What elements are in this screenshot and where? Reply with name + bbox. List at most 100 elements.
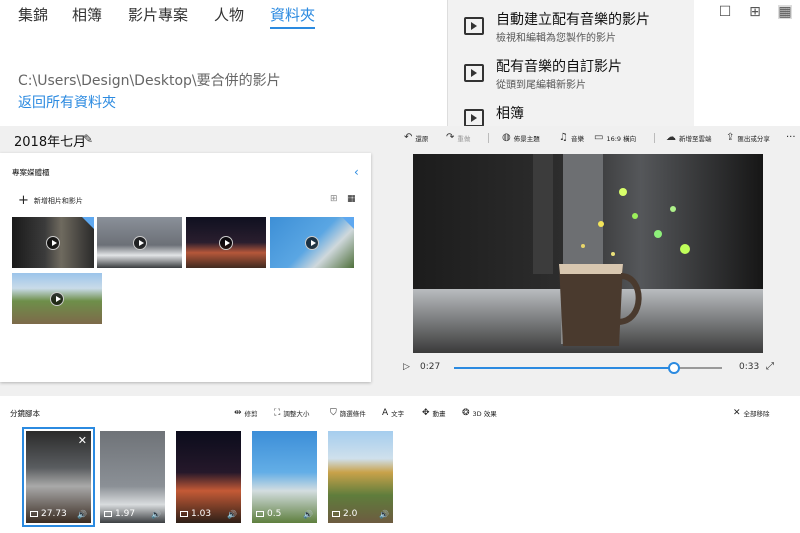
editor-toolbar: 2018年七月 ✎ ↶ 還原 ↷ 重做 ◍ 佈景主題 ♫ 音樂 ▭ 16:9 橫向 ☁ 新增… (0, 126, 800, 152)
undo-button[interactable]: ↶ 還原 (404, 132, 428, 143)
library-thumbnail[interactable] (12, 217, 94, 268)
volume-icon[interactable]: 🔊 (151, 510, 161, 519)
motion-button[interactable]: ✥ 動畫 (422, 408, 446, 418)
fullscreen-icon[interactable]: ⤢ (766, 361, 774, 372)
menu-item-title: 配有音樂的自訂影片 (496, 59, 622, 75)
menu-item-title: 自動建立配有音樂的影片 (496, 12, 650, 28)
seek-handle[interactable] (667, 362, 680, 374)
storyboard-clip[interactable]: ✕ 27.73 🔊 (22, 427, 95, 527)
menu-item-subtitle: 檢視和編輯為您製作的影片 (496, 33, 616, 44)
text-button[interactable]: A 文字 (382, 408, 404, 418)
clip-duration-value: 2.0 (343, 509, 358, 519)
volume-icon[interactable]: 🔊 (227, 510, 237, 519)
storyboard-title: 分鏡腳本 (10, 409, 40, 418)
clip-duration-value: 0.5 (267, 509, 282, 519)
add-to-cloud-button[interactable]: ☁ 新增至雲端 (666, 132, 712, 143)
storyboard: 分鏡腳本 ⇹ 修剪 ⛶ 調整大小 ⛉ 篩選條件 A 文字 ✥ 動畫 ❂ 3D 效果 ✕ 全部移… (0, 396, 800, 533)
library-thumbnail[interactable] (97, 217, 182, 268)
tab-people[interactable]: 人物 (214, 4, 244, 25)
plus-icon: + (18, 193, 29, 208)
motion-label: 動畫 (432, 410, 446, 418)
grid-view-icon[interactable]: ⊞ (748, 5, 762, 19)
play-icon (46, 235, 60, 250)
aspect-ratio-button[interactable]: ▭ 16:9 橫向 (594, 132, 636, 143)
trim-button[interactable]: ⇹ 修剪 (234, 408, 258, 418)
add-media-button[interactable]: + 新增相片和影片 (18, 193, 83, 208)
aspect-icon: ▭ (594, 132, 604, 143)
storyboard-clip[interactable]: 2.0 🔊 (328, 431, 393, 523)
volume-icon[interactable]: 🔊 (379, 510, 389, 519)
music-label: 音樂 (570, 134, 584, 143)
resize-label: 調整大小 (283, 410, 310, 418)
clip-duration-value: 1.97 (115, 509, 136, 519)
music-button[interactable]: ♫ 音樂 (559, 132, 584, 143)
text-icon: A (382, 408, 389, 418)
tab-collections[interactable]: 集錦 (18, 4, 48, 25)
album-icon (464, 109, 484, 127)
storyboard-clip[interactable]: 1.97 🔊 (100, 431, 165, 523)
trim-label: 修剪 (244, 410, 258, 418)
added-marker (82, 217, 94, 229)
clip-duration: 1.97 (104, 509, 135, 519)
seek-bar[interactable] (454, 367, 722, 369)
3d-effects-icon: ❂ (462, 408, 470, 418)
play-button[interactable]: ▷ (403, 362, 410, 372)
seek-progress (454, 367, 674, 369)
volume-icon[interactable]: 🔊 (77, 510, 87, 519)
remove-all-label: 全部移除 (743, 410, 770, 418)
share-icon: ⇪ (726, 132, 735, 143)
tab-video-projects[interactable]: 影片專案 (128, 4, 188, 25)
toolbar-divider (654, 133, 655, 143)
menu-item-auto-video[interactable]: 自動建立配有音樂的影片 檢視和編輯為您製作的影片 (458, 9, 688, 45)
library-thumbnail[interactable] (12, 273, 102, 324)
chevron-left-icon[interactable]: ‹ (354, 165, 359, 179)
current-time: 0:27 (420, 362, 441, 372)
remove-all-button[interactable]: ✕ 全部移除 (733, 408, 770, 418)
close-icon[interactable]: ✕ (78, 434, 87, 447)
preview-frame-image (413, 154, 763, 353)
filters-button[interactable]: ⛉ 篩選條件 (330, 408, 366, 418)
storyboard-clip[interactable]: 1.03 🔊 (176, 431, 241, 523)
play-icon (132, 235, 147, 250)
new-video-menu: 自動建立配有音樂的影片 檢視和編輯為您製作的影片 配有音樂的自訂影片 從頭到尾編… (447, 0, 694, 127)
project-title: 2018年七月 (14, 135, 87, 150)
music-icon: ♫ (559, 132, 568, 143)
tab-albums[interactable]: 相簿 (72, 4, 102, 25)
play-icon (305, 235, 319, 250)
storyboard-clip[interactable]: 0.5 🔊 (252, 431, 317, 523)
undo-label: 還原 (415, 134, 429, 143)
undo-icon: ↶ (404, 132, 413, 143)
video-icon (464, 17, 484, 35)
library-thumbnail[interactable] (186, 217, 266, 268)
added-marker (342, 217, 354, 229)
3d-effects-button[interactable]: ❂ 3D 效果 (462, 408, 497, 418)
more-options-button[interactable]: ··· (786, 132, 796, 143)
cloud-label: 新增至雲端 (679, 134, 712, 143)
redo-button[interactable]: ↷ 重做 (446, 132, 470, 143)
dense-grid-view-icon[interactable]: ▦ (778, 5, 792, 19)
grid-view-icon[interactable]: ⊞ (330, 194, 338, 204)
volume-icon[interactable]: 🔊 (303, 510, 313, 519)
duration-icon (180, 511, 188, 517)
effects-label: 3D 效果 (472, 410, 497, 418)
theme-label: 佈景主題 (513, 134, 540, 143)
back-to-folders-link[interactable]: 返回所有資料夾 (18, 92, 116, 112)
pencil-icon[interactable]: ✎ (83, 132, 93, 146)
theme-button[interactable]: ◍ 佈景主題 (502, 132, 540, 143)
duration-icon (332, 511, 340, 517)
menu-item-custom-video[interactable]: 配有音樂的自訂影片 從頭到尾編輯新影片 (458, 56, 688, 92)
resize-button[interactable]: ⛶ 調整大小 (274, 408, 309, 418)
video-preview[interactable] (413, 154, 763, 353)
resize-icon: ⛶ (274, 408, 281, 418)
add-media-label: 新增相片和影片 (33, 196, 83, 205)
menu-item-album[interactable]: 相簿 (458, 103, 688, 127)
library-thumbnail[interactable] (270, 217, 354, 268)
square-view-icon[interactable]: ☐ (718, 5, 732, 19)
redo-label: 重做 (457, 134, 471, 143)
play-icon (219, 235, 233, 250)
clip-duration-value: 1.03 (191, 509, 212, 519)
export-share-button[interactable]: ⇪ 匯出或分享 (726, 132, 770, 143)
tab-folders[interactable]: 資料夾 (270, 4, 316, 29)
folder-path: C:\Users\Design\Desktop\要合併的影片 (18, 73, 281, 89)
dense-grid-view-icon[interactable]: ▦ (347, 194, 356, 204)
